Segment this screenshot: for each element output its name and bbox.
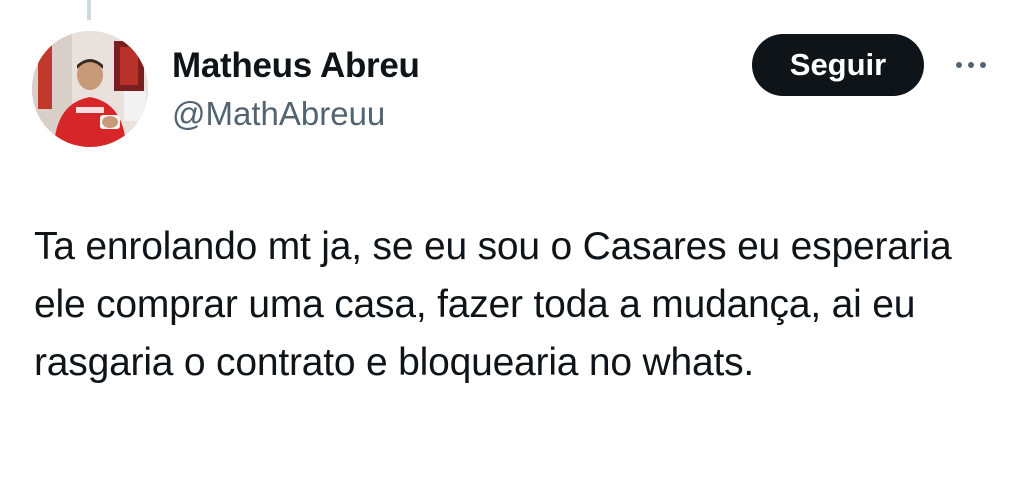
thread-connector-line: [87, 0, 91, 20]
tweet-card: Matheus Abreu @MathAbreuu Seguir Ta enro…: [0, 0, 1024, 496]
tweet-text: Ta enrolando mt ja, se eu sou o Casares …: [34, 225, 952, 384]
avatar[interactable]: [32, 31, 148, 147]
follow-button[interactable]: Seguir: [752, 34, 924, 96]
more-options-icon[interactable]: [946, 50, 996, 80]
avatar-photo-icon: [32, 31, 148, 147]
more-dot: [968, 62, 974, 68]
more-dot: [980, 62, 986, 68]
author-handle[interactable]: @MathAbreuu: [172, 92, 385, 136]
more-dot: [956, 62, 962, 68]
author-display-name[interactable]: Matheus Abreu: [172, 44, 420, 88]
